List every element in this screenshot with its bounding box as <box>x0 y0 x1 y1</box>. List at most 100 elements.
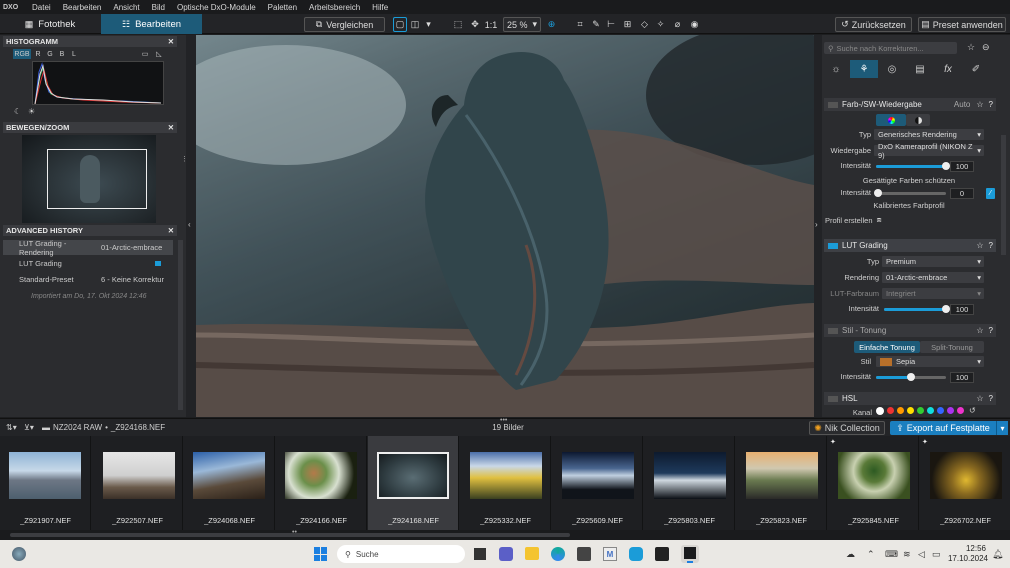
slider-knob[interactable] <box>942 305 950 313</box>
detail-tab-icon[interactable]: ◎ <box>878 60 906 78</box>
toggle-switch-icon[interactable] <box>828 101 838 108</box>
store-icon[interactable] <box>577 547 591 561</box>
channel-cyan-icon[interactable] <box>927 407 934 414</box>
clock-date[interactable]: 17.10.2024 <box>944 554 988 563</box>
slider-knob[interactable] <box>874 189 882 197</box>
thumbnail[interactable]: _Z924166.NEF <box>276 436 367 530</box>
horizon-icon[interactable]: ⊢ <box>605 17 617 32</box>
thumbnail[interactable]: _Z921907.NEF <box>0 436 91 530</box>
volume-icon[interactable]: ◁ <box>918 549 925 560</box>
perspective-icon[interactable]: ⊞ <box>621 17 634 32</box>
history-row-2[interactable]: LUT Grading <box>3 256 173 271</box>
move-icon[interactable]: ✥ <box>469 17 481 32</box>
profile-icon[interactable]: ⧈ <box>877 215 882 225</box>
toning-intensity-value[interactable]: 100 <box>950 372 974 383</box>
fit-screen-icon[interactable]: ⬚ <box>452 17 464 32</box>
auto-label[interactable]: Auto <box>954 100 970 109</box>
local-adjust-icon[interactable]: ◇ <box>638 17 651 32</box>
close-icon[interactable]: ✕ <box>168 123 174 132</box>
apply-preset-button[interactable]: ▤ Preset anwenden <box>918 17 1006 32</box>
menu-ansicht[interactable]: Ansicht <box>107 3 145 12</box>
lut-space-select[interactable]: Integriert ▾ <box>882 288 984 299</box>
app-icon[interactable] <box>629 547 643 561</box>
channel-orange-icon[interactable] <box>897 407 904 414</box>
channel-rgb[interactable]: RGB <box>13 49 31 59</box>
tab-fotothek[interactable]: ▦ Fotothek <box>0 14 100 34</box>
app-icon[interactable] <box>655 547 669 561</box>
star-icon[interactable]: ☆ <box>976 241 983 250</box>
reset-button[interactable]: ↺ Zurücksetzen <box>835 17 912 32</box>
filmstrip-scrollbar[interactable]: •• <box>0 529 1010 540</box>
toning-style-select[interactable]: Sepia ▾ <box>876 356 984 367</box>
channel-r[interactable]: R <box>34 49 42 59</box>
breadcrumb-root[interactable]: NZ2024 RAW <box>53 423 102 432</box>
windows-start-icon[interactable] <box>314 547 328 561</box>
explorer-icon[interactable] <box>525 547 539 560</box>
channel-all-icon[interactable] <box>876 407 884 415</box>
slider-knob[interactable] <box>942 162 950 170</box>
crop-icon[interactable]: ⌗ <box>574 17 586 32</box>
channel-g[interactable]: G <box>46 49 54 59</box>
thumbnail[interactable]: _Z926702.NEF ✦ <box>920 436 1010 530</box>
split-toning-tab[interactable]: Split-Tonung <box>920 341 984 353</box>
teams-icon[interactable] <box>499 547 513 561</box>
task-view-icon[interactable] <box>474 548 486 560</box>
notification-icon[interactable]: 🔔︎ <box>992 549 1003 560</box>
wifi-icon[interactable]: ≋ <box>903 549 911 560</box>
thumbnail[interactable]: _Z925609.NEF <box>552 436 643 530</box>
thumbnail[interactable]: _Z925803.NEF <box>644 436 735 530</box>
right-panel-toggle[interactable]: › <box>814 35 822 417</box>
magic-wand-icon[interactable]: ⁄ <box>986 188 995 199</box>
light-tab-icon[interactable]: ☼ <box>822 60 850 78</box>
hsl-header[interactable]: HSL ☆ ? <box>824 392 996 405</box>
simple-toning-tab[interactable]: Einfache Tonung <box>854 341 920 353</box>
cloud-icon[interactable]: ☁ <box>846 549 855 560</box>
single-view-icon[interactable]: ▢ <box>393 17 407 32</box>
star-outline-icon[interactable]: ☆ <box>967 42 975 53</box>
sort-icon[interactable]: ⇅▾ <box>6 423 17 432</box>
dxo-taskbar-app[interactable] <box>681 545 699 563</box>
eyedropper-icon[interactable]: ✎ <box>590 17 602 32</box>
toggle-switch-icon[interactable] <box>828 327 838 334</box>
history-scrollbar[interactable] <box>178 240 183 410</box>
scroll-grip-icon[interactable]: •• <box>292 529 297 536</box>
monitor-icon[interactable]: ▭ <box>140 49 150 59</box>
toning-intensity-slider[interactable] <box>876 373 946 381</box>
scroll-thumb[interactable] <box>10 533 570 537</box>
thumbnail[interactable]: _Z922507.NEF <box>92 436 183 530</box>
chevron-down-icon[interactable]: ▾ <box>424 17 433 32</box>
mail-icon[interactable]: M <box>603 547 617 561</box>
help-icon[interactable]: ? <box>989 326 993 335</box>
star-icon[interactable]: ☆ <box>976 394 983 403</box>
menu-arbeitsbereich[interactable]: Arbeitsbereich <box>303 3 366 12</box>
help-icon[interactable]: ? <box>989 394 993 403</box>
intensity-slider[interactable] <box>876 162 950 170</box>
toggle-icon[interactable]: ⊖ <box>982 42 990 53</box>
star-icon[interactable]: ☆ <box>976 100 983 109</box>
zoom-1-1-button[interactable]: 1:1 <box>484 17 498 32</box>
menu-datei[interactable]: Datei <box>26 3 57 12</box>
retouch-icon[interactable]: ⌀ <box>671 17 684 32</box>
weather-icon[interactable] <box>12 547 26 561</box>
thumbnail[interactable]: _Z925823.NEF <box>736 436 827 530</box>
navigator-preview[interactable] <box>22 135 156 223</box>
history-row-1[interactable]: LUT Grading - Rendering 01-Arctic-embrace <box>3 239 173 257</box>
image-viewer[interactable] <box>196 35 814 417</box>
menu-bearbeiten[interactable]: Bearbeiten <box>57 3 108 12</box>
lut-type-select[interactable]: Premium ▾ <box>882 256 984 267</box>
render-select[interactable]: DxO Kameraprofil (NIKON Z 9) ▾ <box>874 142 984 160</box>
lut-intensity-value[interactable]: 100 <box>950 304 974 315</box>
clipping-icon[interactable]: ◺ <box>154 49 164 59</box>
create-profile-row[interactable]: Profil erstellen ⧈ <box>825 215 882 225</box>
filter-icon[interactable]: ⊻▾ <box>24 423 34 432</box>
channel-yellow-icon[interactable] <box>907 407 914 414</box>
language-icon[interactable]: ⌨ <box>885 549 898 560</box>
left-panel-toggle[interactable]: ‹ <box>186 35 196 417</box>
clock-time[interactable]: 12:56 <box>948 544 986 553</box>
thumbnail[interactable]: _Z925845.NEF ✦ <box>828 436 919 530</box>
color-mode-button[interactable] <box>876 114 906 126</box>
lut-render-select[interactable]: 01-Arctic-embrace ▾ <box>882 272 984 283</box>
color-tab-icon[interactable]: ⚘ <box>850 60 878 78</box>
navigator-viewport[interactable] <box>47 149 147 209</box>
split-view-icon[interactable]: ◫ <box>408 17 422 32</box>
